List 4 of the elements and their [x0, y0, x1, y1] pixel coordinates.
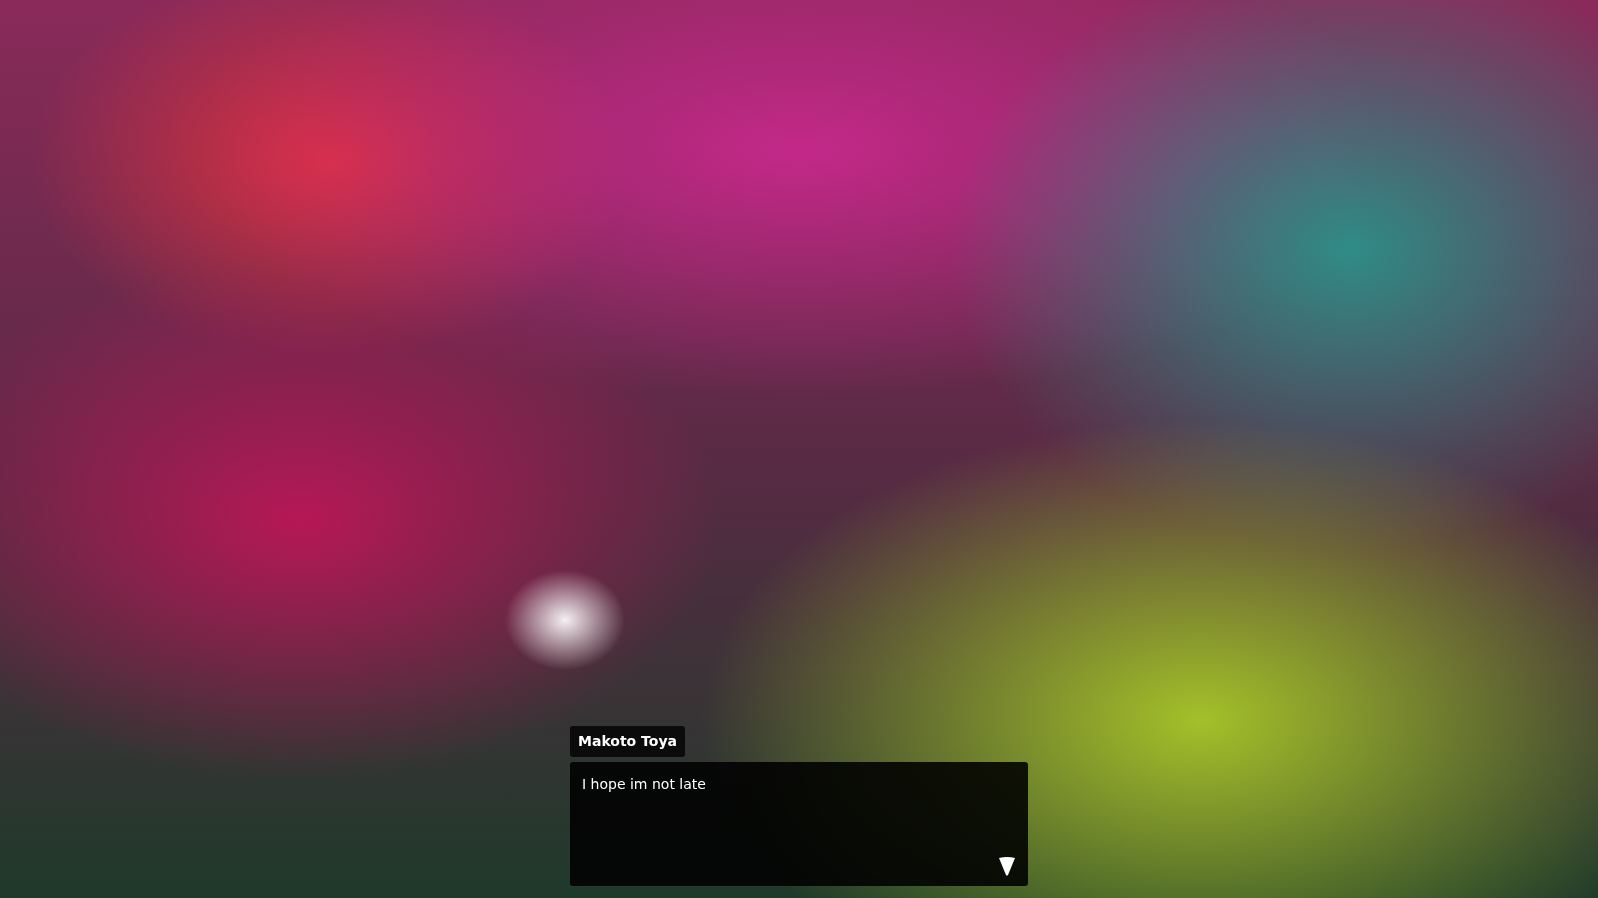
dialogue-box[interactable]: I hope im not late [570, 762, 1028, 886]
advance-triangle-icon[interactable] [998, 856, 1016, 876]
dialogue-text: I hope im not late [582, 775, 707, 794]
speaker-name: Makoto Toya [570, 726, 685, 757]
